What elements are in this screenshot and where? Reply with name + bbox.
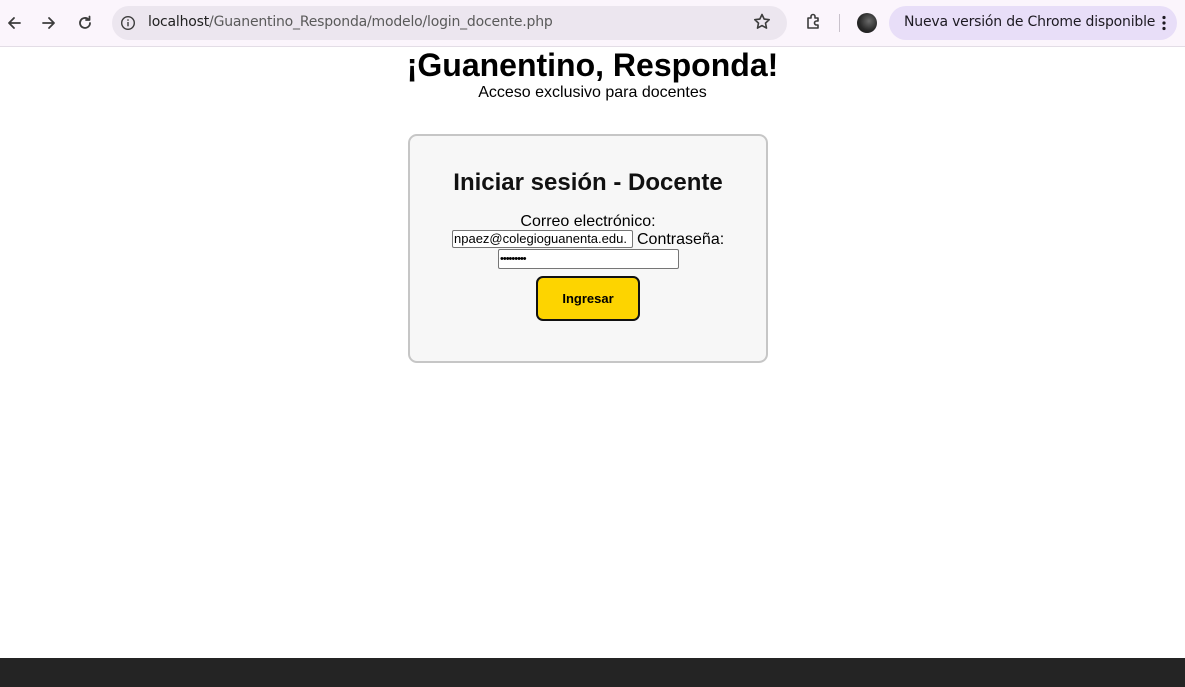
forward-arrow-icon[interactable] — [37, 11, 61, 35]
page-title: ¡Guanentino, Responda! — [406, 47, 779, 83]
taskbar — [0, 658, 1185, 687]
url-host: localhost — [148, 14, 210, 30]
password-field[interactable]: ••••••••• — [498, 249, 679, 269]
email-label: Correo electrónico: — [520, 213, 656, 230]
page-subtitle: Acceso exclusivo para docentes — [478, 84, 707, 101]
url-text: localhost/Guanentino_Responda/modelo/log… — [148, 14, 553, 30]
toolbar-divider — [839, 14, 840, 32]
login-submit-button[interactable]: Ingresar — [536, 276, 640, 321]
browser-toolbar: localhost/Guanentino_Responda/modelo/log… — [0, 0, 1185, 47]
extensions-icon[interactable] — [803, 11, 825, 33]
reload-icon[interactable] — [73, 11, 97, 35]
chrome-update-button[interactable]: Nueva versión de Chrome disponible — [889, 6, 1177, 40]
more-vertical-icon[interactable] — [1161, 15, 1167, 31]
back-arrow-icon[interactable] — [2, 11, 26, 35]
email-field[interactable]: npaez@colegioguanenta.edu. — [452, 230, 633, 248]
profile-avatar[interactable] — [857, 13, 877, 33]
address-bar[interactable]: localhost/Guanentino_Responda/modelo/log… — [112, 6, 787, 40]
url-path: /Guanentino_Responda/modelo/login_docent… — [209, 14, 553, 30]
login-card: Iniciar sesión - Docente Correo electrón… — [408, 134, 768, 363]
update-label: Nueva versión de Chrome disponible — [904, 14, 1156, 30]
password-label: Contraseña: — [637, 231, 725, 248]
bookmark-star-icon[interactable] — [751, 11, 773, 33]
login-heading: Iniciar sesión - Docente — [453, 169, 723, 196]
site-info-icon[interactable] — [120, 15, 136, 31]
